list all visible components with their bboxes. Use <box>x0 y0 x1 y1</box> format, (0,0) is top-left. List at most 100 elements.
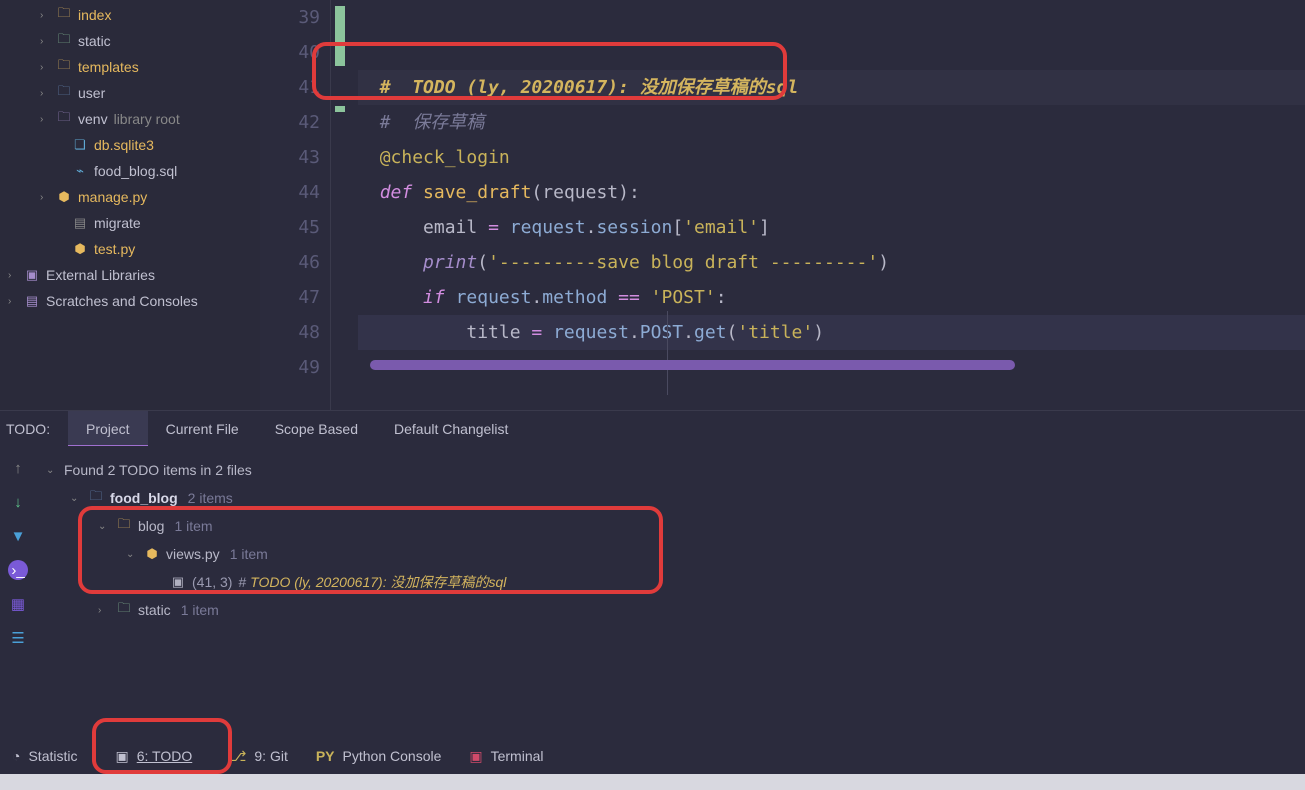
file-icon: ⬢ <box>56 189 72 205</box>
line-number[interactable]: 42 <box>260 105 320 140</box>
code-editor[interactable]: 3940414243444546474849 # TODO (ly, 20200… <box>260 0 1305 410</box>
todo-summary: Found 2 TODO items in 2 files <box>64 462 252 478</box>
tab-current-file[interactable]: Current File <box>148 411 257 447</box>
file-icon: ⬢ <box>72 241 88 257</box>
chevron-icon: › <box>40 10 50 21</box>
code-line[interactable]: def save_draft(request): <box>358 175 1305 210</box>
tree-item[interactable]: ›🗀static <box>0 28 260 54</box>
file-icon: ▣ <box>24 267 40 283</box>
file-icon: ⌁ <box>72 163 88 179</box>
tree-item[interactable]: ›🗀index <box>0 2 260 28</box>
todo-comment: # TODO (ly, 20200617): 没加保存草稿的sql <box>380 77 799 98</box>
bookmark-icon: ▣ <box>115 748 128 765</box>
folder-icon: 🗀 <box>116 602 132 618</box>
tree-label: db.sqlite3 <box>94 137 154 153</box>
line-number[interactable]: 43 <box>260 140 320 175</box>
arrow-down-icon[interactable]: ↓ <box>8 492 28 512</box>
code-line[interactable]: @check_login <box>358 140 1305 175</box>
code-line[interactable]: # 保存草稿 <box>358 105 1305 140</box>
python-file-icon: ⬢ <box>144 546 160 562</box>
tree-item[interactable]: › ⬢ manage.py <box>0 184 260 210</box>
tree-item[interactable]: ›🗀venv library root <box>0 106 260 132</box>
file-icon: ❏ <box>72 137 88 153</box>
git-icon: ⎇ <box>230 748 246 765</box>
chevron-icon: › <box>40 62 50 73</box>
line-number[interactable]: 44 <box>260 175 320 210</box>
line-number[interactable]: 46 <box>260 245 320 280</box>
tab-project[interactable]: Project <box>68 411 148 447</box>
file-icon: ▤ <box>72 215 88 231</box>
chart-icon: ◔ <box>12 748 20 764</box>
tree-label: food_blog.sql <box>94 163 177 179</box>
todo-label: TODO: <box>0 421 68 437</box>
tree-label: test.py <box>94 241 135 257</box>
tree-label: Scratches and Consoles <box>46 293 198 309</box>
chevron-icon: › <box>40 88 50 99</box>
code-line[interactable] <box>358 35 1305 70</box>
grid-icon[interactable]: ▦ <box>8 594 28 614</box>
status-bar: ◔ Statistic ▣ 6: TODO ⎇ 9: Git PY Python… <box>0 738 1305 774</box>
tree-label: user <box>78 85 105 101</box>
fold-column <box>330 0 358 410</box>
tree-item[interactable]: ⌁ food_blog.sql <box>0 158 260 184</box>
todo-item-row[interactable]: ▣ (41, 3) # TODO (ly, 20200617): 没加保存草稿的… <box>36 568 1305 596</box>
preview-icon[interactable]: ›_ <box>8 560 28 580</box>
line-number[interactable]: 49 <box>260 350 320 385</box>
tree-item[interactable]: ⬢ test.py <box>0 236 260 262</box>
list-icon[interactable]: ☰ <box>8 628 28 648</box>
file-icon: 🗀 <box>56 33 72 49</box>
bottom-edge <box>0 774 1305 790</box>
todo-file-row[interactable]: ⌄ ⬢ views.py 1 item <box>36 540 1305 568</box>
code-line[interactable]: print('---------save blog draft --------… <box>358 245 1305 280</box>
python-icon: PY <box>316 748 335 764</box>
chevron-icon: › <box>40 192 50 203</box>
line-number[interactable]: 40 <box>260 35 320 70</box>
todo-tree: ⌄ Found 2 TODO items in 2 files ⌄ 🗀 food… <box>36 446 1305 738</box>
filter-icon[interactable]: ▼ <box>8 526 28 546</box>
statusbar-git[interactable]: ⎇ 9: Git <box>230 748 288 765</box>
tree-item[interactable]: ▤ migrate <box>0 210 260 236</box>
todo-folder-row[interactable]: › 🗀 static 1 item <box>36 596 1305 624</box>
chevron-icon: › <box>8 270 18 281</box>
tree-label: templates <box>78 59 139 75</box>
chevron-icon: › <box>40 114 50 125</box>
tree-item[interactable]: ›🗀user <box>0 80 260 106</box>
todo-folder-row[interactable]: ⌄ 🗀 blog 1 item <box>36 512 1305 540</box>
code-line-todo[interactable]: # TODO (ly, 20200617): 没加保存草稿的sql <box>358 70 1305 105</box>
tab-scope-based[interactable]: Scope Based <box>257 411 376 447</box>
line-number[interactable]: 47 <box>260 280 320 315</box>
statusbar-python-console[interactable]: PY Python Console <box>316 748 442 764</box>
line-number[interactable]: 41 <box>260 70 320 105</box>
gutter: 3940414243444546474849 <box>260 0 330 410</box>
statusbar-terminal[interactable]: ▣ Terminal <box>469 748 543 765</box>
code-lines[interactable]: # TODO (ly, 20200617): 没加保存草稿的sql # 保存草稿… <box>358 0 1305 385</box>
tree-label: manage.py <box>78 189 147 205</box>
tree-item[interactable]: ›▤Scratches and Consoles <box>0 288 260 314</box>
code-line[interactable]: if request.method == 'POST': <box>358 280 1305 315</box>
chevron-icon: › <box>8 296 18 307</box>
line-number[interactable]: 39 <box>260 0 320 35</box>
terminal-icon: ▣ <box>469 748 482 765</box>
todo-folder-row[interactable]: ⌄ 🗀 food_blog 2 items <box>36 484 1305 512</box>
statusbar-todo[interactable]: ▣ 6: TODO <box>105 742 202 771</box>
horizontal-scrollbar[interactable] <box>370 360 1015 370</box>
tab-default-changelist[interactable]: Default Changelist <box>376 411 526 447</box>
tree-item[interactable]: ›🗀templates <box>0 54 260 80</box>
tree-label: External Libraries <box>46 267 155 283</box>
comment: # 保存草稿 <box>380 112 485 133</box>
tree-item[interactable]: ❏ db.sqlite3 <box>0 132 260 158</box>
todo-summary-row[interactable]: ⌄ Found 2 TODO items in 2 files <box>36 456 1305 484</box>
code-line[interactable]: email = request.session['email'] <box>358 210 1305 245</box>
bookmark-icon: ▣ <box>170 574 186 590</box>
statusbar-statistic[interactable]: ◔ Statistic <box>12 748 77 764</box>
tree-item[interactable]: › ▣ External Libraries <box>0 262 260 288</box>
line-number[interactable]: 45 <box>260 210 320 245</box>
file-icon: 🗀 <box>56 7 72 23</box>
arrow-up-icon[interactable]: ↑ <box>8 458 28 478</box>
folder-icon: 🗀 <box>116 518 132 534</box>
chevron-icon: › <box>40 36 50 47</box>
code-line[interactable] <box>358 0 1305 35</box>
line-number[interactable]: 48 <box>260 315 320 350</box>
code-line-current[interactable]: title = request.POST.get('title') <box>358 315 1305 350</box>
tree-label: migrate <box>94 215 141 231</box>
